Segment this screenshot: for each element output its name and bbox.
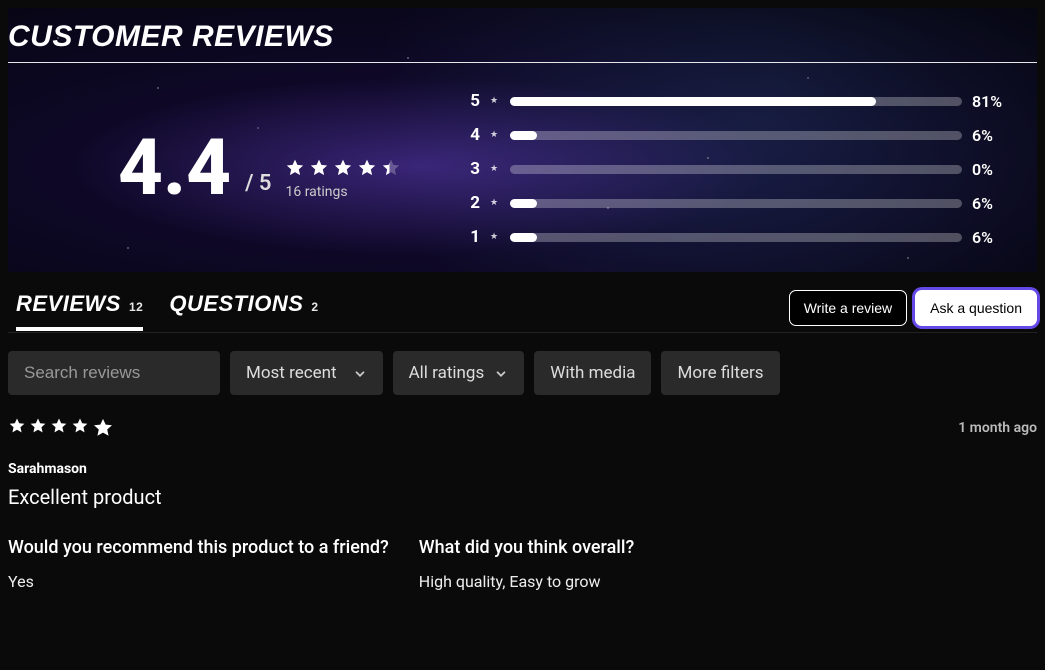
star-icon: ★ bbox=[490, 96, 498, 106]
dist-pct: 0% bbox=[972, 160, 1012, 179]
dist-bar bbox=[510, 233, 962, 242]
average-score: 4.4 bbox=[118, 130, 231, 208]
dist-label: 3 bbox=[468, 159, 480, 179]
dist-bar-fill bbox=[510, 97, 876, 106]
summary-hero: Customer Reviews 4.4 / 5 16 ratings 5 ★ … bbox=[8, 8, 1037, 272]
dist-bar bbox=[510, 97, 962, 106]
chevron-down-icon bbox=[353, 366, 367, 380]
dist-pct: 81% bbox=[972, 92, 1012, 111]
dist-bar-fill bbox=[510, 199, 537, 208]
dist-label: 1 bbox=[468, 227, 480, 247]
dist-bar bbox=[510, 165, 962, 174]
star-icon bbox=[381, 158, 401, 178]
star-icon bbox=[8, 417, 26, 435]
ratings-count: 16 ratings bbox=[285, 184, 401, 200]
dist-bar-fill bbox=[510, 131, 537, 140]
chevron-down-icon bbox=[494, 366, 508, 380]
average-stars bbox=[285, 158, 401, 178]
filters-row: Most recent All ratings With media More … bbox=[8, 351, 1037, 395]
star-icon: ★ bbox=[490, 130, 498, 140]
dist-row-3[interactable]: 3 ★ 0% bbox=[468, 159, 1012, 179]
section-title: Customer Reviews bbox=[8, 20, 1037, 62]
out-of-label: / 5 bbox=[245, 171, 271, 196]
dist-pct: 6% bbox=[972, 194, 1012, 213]
tab-questions-label: Questions bbox=[169, 291, 303, 317]
dist-pct: 6% bbox=[972, 228, 1012, 247]
summary-row: 4.4 / 5 16 ratings 5 ★ 81% 4 ★ 6% 3 ★ bbox=[8, 63, 1037, 247]
star-icon bbox=[285, 158, 305, 178]
tab-reviews-label: Reviews bbox=[16, 291, 121, 317]
search-filter[interactable] bbox=[8, 351, 220, 395]
dist-label: 4 bbox=[468, 125, 480, 145]
star-icon bbox=[92, 417, 114, 439]
star-icon bbox=[357, 158, 377, 178]
dist-bar bbox=[510, 199, 962, 208]
star-icon: ★ bbox=[490, 232, 498, 242]
dist-row-1[interactable]: 1 ★ 6% bbox=[468, 227, 1012, 247]
star-icon bbox=[29, 417, 47, 435]
qa-answer: Yes bbox=[8, 572, 389, 591]
qa-block: Would you recommend this product to a fr… bbox=[8, 537, 389, 591]
dist-row-5[interactable]: 5 ★ 81% bbox=[468, 91, 1012, 111]
write-review-button[interactable]: Write a review bbox=[789, 290, 907, 326]
tab-questions-count: 2 bbox=[311, 300, 318, 314]
more-filters-button[interactable]: More filters bbox=[661, 351, 779, 395]
dist-row-4[interactable]: 4 ★ 6% bbox=[468, 125, 1012, 145]
sort-dropdown[interactable]: Most recent bbox=[230, 351, 383, 395]
review-header: 1 month ago bbox=[8, 417, 1037, 439]
with-media-label: With media bbox=[550, 363, 635, 383]
dist-bar bbox=[510, 131, 962, 140]
review-qa-row: Would you recommend this product to a fr… bbox=[8, 537, 1037, 591]
rating-label: All ratings bbox=[409, 363, 485, 383]
star-icon: ★ bbox=[490, 198, 498, 208]
score-block: 4.4 / 5 16 ratings bbox=[8, 130, 428, 208]
stars-block: 16 ratings bbox=[285, 158, 401, 200]
star-icon bbox=[71, 417, 89, 435]
rating-distribution: 5 ★ 81% 4 ★ 6% 3 ★ 0% 2 ★ 6% 1 bbox=[428, 91, 1037, 247]
qa-question: What did you think overall? bbox=[419, 537, 634, 558]
review-item: 1 month ago Sarahmason Excellent product… bbox=[8, 417, 1037, 591]
qa-answer: High quality, Easy to grow bbox=[419, 572, 634, 591]
star-icon bbox=[50, 417, 68, 435]
review-date: 1 month ago bbox=[958, 420, 1037, 436]
review-title: Excellent product bbox=[8, 485, 1037, 509]
tab-bar: Reviews 12 Questions 2 Write a review As… bbox=[8, 290, 1037, 333]
star-icon: ★ bbox=[490, 164, 498, 174]
with-media-filter[interactable]: With media bbox=[534, 351, 651, 395]
star-icon bbox=[333, 158, 353, 178]
tab-questions[interactable]: Questions 2 bbox=[169, 291, 318, 331]
tabs: Reviews 12 Questions 2 bbox=[8, 291, 319, 331]
dist-pct: 6% bbox=[972, 126, 1012, 145]
review-stars bbox=[8, 417, 114, 439]
ask-question-button[interactable]: Ask a question bbox=[915, 290, 1037, 326]
dist-row-2[interactable]: 2 ★ 6% bbox=[468, 193, 1012, 213]
rating-dropdown[interactable]: All ratings bbox=[393, 351, 525, 395]
dist-label: 2 bbox=[468, 193, 480, 213]
star-icon bbox=[309, 158, 329, 178]
qa-question: Would you recommend this product to a fr… bbox=[8, 537, 389, 558]
action-buttons: Write a review Ask a question bbox=[789, 290, 1037, 332]
tab-reviews-count: 12 bbox=[129, 300, 143, 314]
dist-label: 5 bbox=[468, 91, 480, 111]
review-author: Sarahmason bbox=[8, 461, 1037, 477]
more-filters-label: More filters bbox=[677, 363, 763, 383]
dist-bar-fill bbox=[510, 233, 537, 242]
tab-reviews[interactable]: Reviews 12 bbox=[16, 291, 143, 331]
sort-label: Most recent bbox=[246, 363, 337, 383]
search-input[interactable] bbox=[24, 363, 204, 383]
qa-block: What did you think overall? High quality… bbox=[419, 537, 634, 591]
